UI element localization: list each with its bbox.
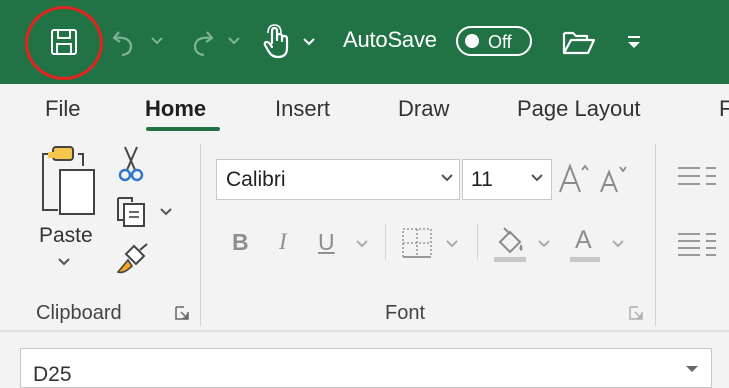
align-left-icon bbox=[678, 233, 716, 256]
copy-icon bbox=[117, 197, 145, 227]
group-separator bbox=[655, 144, 656, 326]
font-color-glyph: A bbox=[575, 226, 592, 254]
save-button[interactable] bbox=[46, 24, 82, 60]
borders-button[interactable] bbox=[400, 226, 434, 260]
tab-draw[interactable]: Draw bbox=[398, 96, 449, 122]
chevron-down-icon bbox=[441, 174, 453, 182]
paste-label: Paste bbox=[39, 224, 93, 247]
tab-file[interactable]: File bbox=[45, 96, 80, 122]
font-color-button[interactable]: A bbox=[568, 226, 602, 264]
format-painter-button[interactable] bbox=[114, 242, 150, 278]
font-name-value: Calibri bbox=[226, 168, 286, 191]
top-align-button[interactable] bbox=[676, 162, 716, 192]
font-size-combo[interactable]: 11 bbox=[462, 159, 552, 200]
format-separator bbox=[385, 224, 386, 260]
scissors-icon bbox=[118, 146, 144, 182]
font-color-swatch bbox=[570, 257, 600, 262]
italic-button[interactable]: I bbox=[279, 228, 287, 256]
align-top-icon bbox=[678, 167, 716, 185]
clipboard-group-label: Clipboard bbox=[36, 302, 122, 324]
copy-dropdown-icon[interactable] bbox=[160, 208, 172, 216]
copy-button[interactable] bbox=[114, 194, 148, 228]
touch-mode-dropdown-icon[interactable] bbox=[303, 38, 315, 46]
font-size-value: 11 bbox=[471, 168, 493, 191]
ribbon-home: Paste Clipboard Calibri 11 B I U A Font bbox=[0, 134, 729, 330]
decrease-font-icon bbox=[600, 166, 627, 193]
customize-qat-icon bbox=[628, 36, 640, 48]
customize-qat-button[interactable] bbox=[622, 28, 646, 56]
tab-home[interactable]: Home bbox=[145, 96, 206, 122]
redo-icon bbox=[193, 31, 214, 57]
bold-button[interactable]: B bbox=[232, 228, 249, 256]
increase-font-size-button[interactable] bbox=[557, 160, 591, 196]
format-separator bbox=[477, 224, 478, 260]
undo-icon bbox=[112, 31, 133, 57]
tab-formulas-partial[interactable]: F bbox=[719, 96, 729, 122]
undo-button[interactable] bbox=[108, 24, 142, 60]
underline-button[interactable]: U bbox=[318, 228, 335, 256]
autosave-label: AutoSave bbox=[343, 27, 437, 52]
name-box-dropdown-icon[interactable] bbox=[685, 365, 699, 373]
fill-color-button[interactable] bbox=[492, 224, 528, 264]
cut-button[interactable] bbox=[116, 144, 146, 182]
paste-icon bbox=[42, 146, 95, 215]
name-box-value: D25 bbox=[33, 363, 72, 386]
ribbon-tabs: File Home Insert Draw Page Layout F bbox=[0, 84, 729, 134]
undo-dropdown-icon[interactable] bbox=[151, 37, 163, 45]
chevron-down-icon bbox=[531, 174, 543, 182]
increase-font-icon bbox=[559, 163, 589, 193]
font-name-combo[interactable]: Calibri bbox=[216, 159, 460, 200]
open-button[interactable] bbox=[560, 24, 598, 60]
font-group-label: Font bbox=[385, 302, 426, 324]
autosave-state: Off bbox=[488, 32, 512, 52]
paste-dropdown-icon bbox=[58, 258, 70, 266]
font-color-dropdown-icon[interactable] bbox=[612, 240, 624, 248]
autosave-toggle[interactable]: Off bbox=[456, 26, 532, 56]
save-icon bbox=[51, 29, 77, 55]
format-painter-icon bbox=[116, 243, 148, 274]
fill-color-dropdown-icon[interactable] bbox=[538, 240, 550, 248]
name-box[interactable]: D25 bbox=[20, 348, 712, 388]
redo-dropdown-icon[interactable] bbox=[228, 37, 240, 45]
redo-button[interactable] bbox=[184, 24, 218, 60]
underline-dropdown-icon[interactable] bbox=[356, 240, 368, 248]
decrease-font-size-button[interactable] bbox=[598, 160, 630, 196]
ribbon-bottom-border bbox=[0, 330, 729, 332]
group-separator bbox=[200, 144, 201, 326]
toggle-knob bbox=[465, 34, 479, 48]
paste-button[interactable]: Paste bbox=[34, 144, 102, 274]
touch-mode-button[interactable] bbox=[258, 22, 294, 62]
open-folder-icon bbox=[562, 31, 596, 55]
paint-bucket-icon bbox=[494, 227, 526, 262]
clipboard-dialog-launcher-icon[interactable] bbox=[174, 305, 190, 321]
borders-dropdown-icon[interactable] bbox=[446, 240, 458, 248]
title-bar: AutoSave Off bbox=[0, 0, 729, 84]
touch-mode-icon bbox=[263, 24, 289, 59]
font-dialog-launcher-icon[interactable] bbox=[628, 305, 644, 321]
tab-insert[interactable]: Insert bbox=[275, 96, 330, 122]
tab-page-layout[interactable]: Page Layout bbox=[517, 96, 641, 122]
active-tab-indicator bbox=[146, 127, 220, 131]
borders-icon bbox=[402, 228, 432, 258]
align-left-button[interactable] bbox=[676, 229, 716, 259]
